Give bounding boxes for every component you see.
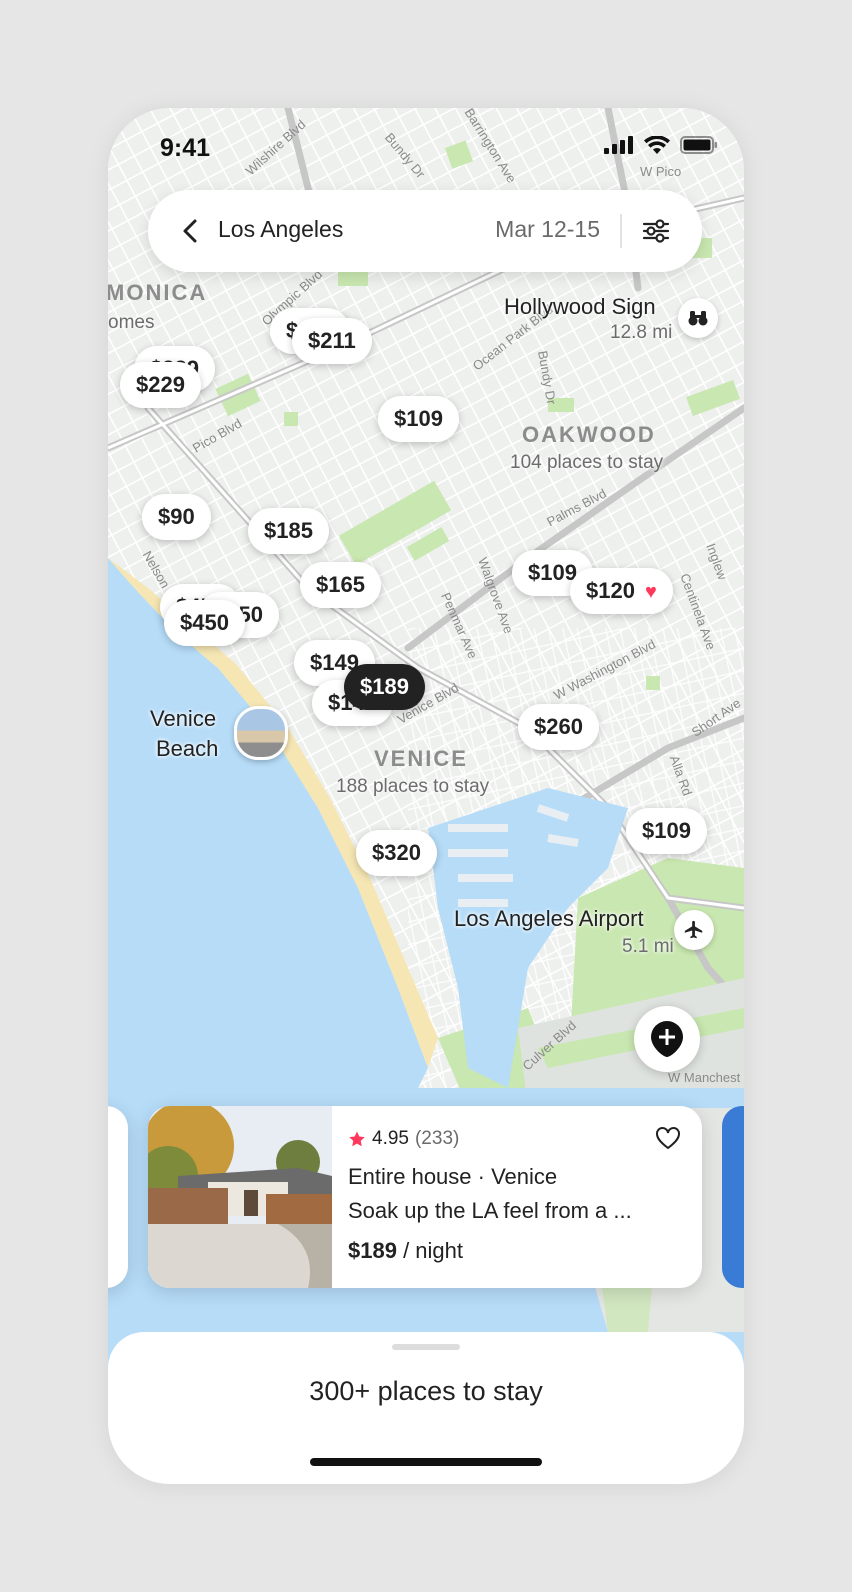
search-dates[interactable]: Mar 12-15 <box>495 216 600 243</box>
heart-icon[interactable] <box>654 1124 682 1152</box>
price-pin-favorite[interactable]: $120 ♥ <box>570 568 673 614</box>
airplane-icon[interactable] <box>674 910 714 950</box>
poi-venice-beach-line2[interactable]: Beach <box>156 736 218 762</box>
chevron-left-icon[interactable] <box>176 216 206 246</box>
results-count: 300+ places to stay <box>309 1376 543 1406</box>
wifi-icon <box>644 136 670 154</box>
listing-card-previous[interactable] <box>108 1106 128 1288</box>
listing-description: Soak up the LA feel from a ... <box>348 1198 632 1223</box>
venice-beach-photo-marker[interactable] <box>234 706 288 760</box>
price-pin[interactable]: $260 <box>518 704 599 750</box>
price-pin-selected[interactable]: $189 <box>344 664 425 710</box>
poi-venice-beach-line1[interactable]: Venice <box>150 706 216 732</box>
price-pin[interactable]: $185 <box>248 508 329 554</box>
price-pin[interactable]: $165 <box>300 562 381 608</box>
price-pin[interactable]: $211 <box>292 318 372 364</box>
poi-hollywood-distance: 12.8 mi <box>610 322 673 343</box>
area-label-venice: VENICE <box>374 746 468 771</box>
heart-icon: ♥ <box>644 581 657 603</box>
price-pin[interactable]: $450 <box>164 600 245 646</box>
star-icon <box>349 1131 365 1147</box>
price-pin[interactable]: $229 <box>120 362 201 408</box>
listing-photo <box>148 1106 332 1288</box>
home-indicator[interactable] <box>310 1458 542 1466</box>
review-count: (233) <box>414 1128 460 1149</box>
binoculars-icon[interactable] <box>678 298 718 338</box>
listing-card-next[interactable] <box>722 1106 744 1288</box>
search-location[interactable]: Los Angeles <box>218 216 343 243</box>
listing-type: Entire house · Venice <box>348 1164 558 1189</box>
area-count-oakwood: 104 places to stay <box>510 452 664 473</box>
add-pin-icon <box>651 1021 683 1057</box>
status-time: 9:41 <box>160 134 211 162</box>
results-sheet[interactable]: 300+ places to stay <box>108 1332 744 1484</box>
street-label: W Manchest <box>668 1070 741 1085</box>
price-pin[interactable]: $109 <box>378 396 459 442</box>
poi-airport-distance: 5.1 mi <box>622 936 674 957</box>
add-pin-button[interactable] <box>634 1006 700 1072</box>
listing-price: $189 / night <box>348 1238 463 1263</box>
sheet-grabber[interactable] <box>392 1344 460 1350</box>
area-label-homes: omes <box>108 312 155 333</box>
poi-hollywood-sign[interactable]: Hollywood Sign <box>504 294 656 320</box>
price-pin[interactable]: $320 <box>356 830 437 876</box>
rating-value: 4.95 <box>372 1128 409 1149</box>
divider <box>620 214 622 248</box>
status-bar: 9:41 <box>108 108 744 184</box>
area-label-monica: MONICA <box>108 280 208 305</box>
area-count-venice: 188 places to stay <box>336 776 490 797</box>
cellular-signal-icon <box>604 136 633 154</box>
area-label-oakwood: OAKWOOD <box>522 422 656 447</box>
battery-icon <box>680 136 717 154</box>
search-bar[interactable]: Los Angeles Mar 12-15 <box>148 190 702 272</box>
phone-screen: Wilshire Blvd Bundy Dr Barrington Ave Ol… <box>108 108 744 1484</box>
price-pin[interactable]: $109 <box>626 808 707 854</box>
price-pin[interactable]: $90 <box>142 494 211 540</box>
poi-los-angeles-airport[interactable]: Los Angeles Airport <box>454 906 644 932</box>
listing-card[interactable]: 4.95 (233) Entire house · Venice Soak up… <box>148 1106 702 1288</box>
sliders-icon[interactable] <box>640 215 672 247</box>
